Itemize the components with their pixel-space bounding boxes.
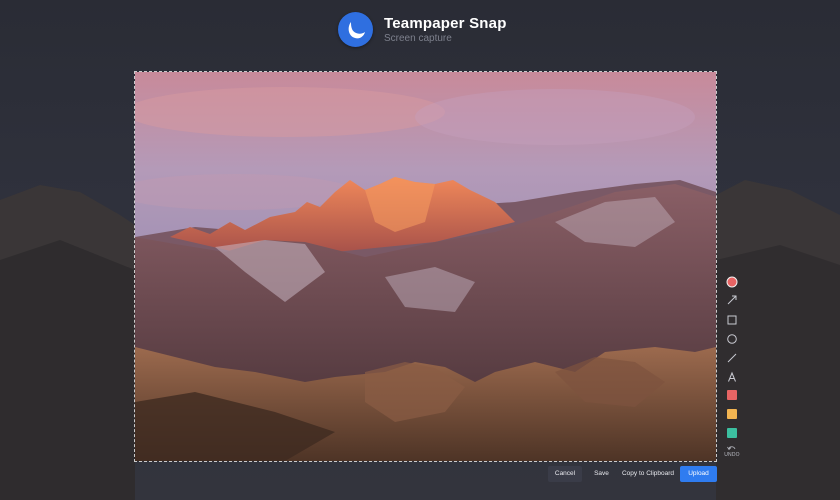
- save-button[interactable]: Save: [589, 466, 614, 482]
- app-subtitle: Screen capture: [384, 33, 452, 44]
- ellipse-tool[interactable]: [726, 333, 738, 345]
- app-title: Teampaper Snap: [384, 15, 507, 32]
- line-tool[interactable]: [726, 352, 738, 364]
- upload-button[interactable]: Upload: [680, 466, 717, 482]
- capture-area[interactable]: [134, 71, 717, 462]
- color-swatch-yellow[interactable]: [727, 409, 737, 419]
- ellipse-icon: [727, 334, 737, 344]
- arrow-tool[interactable]: [726, 294, 738, 306]
- arrow-icon: [727, 295, 737, 305]
- rectangle-icon: [727, 315, 737, 325]
- line-icon: [727, 353, 737, 363]
- rectangle-tool[interactable]: [726, 314, 738, 326]
- app-logo: [338, 12, 373, 47]
- record-dot-icon: [726, 276, 738, 288]
- moon-icon: [348, 22, 365, 39]
- undo-label: UNDO: [724, 452, 740, 458]
- record-dot-tool[interactable]: [726, 276, 738, 288]
- copy-to-clipboard-button[interactable]: Copy to Clipboard: [617, 466, 679, 482]
- cancel-button[interactable]: Cancel: [548, 466, 582, 482]
- text-tool[interactable]: [726, 371, 738, 383]
- captured-landscape: [135, 72, 716, 461]
- color-swatch-green[interactable]: [727, 428, 737, 438]
- color-swatch-red[interactable]: [727, 390, 737, 400]
- text-icon: [728, 371, 736, 382]
- annotation-toolbar: UNDO: [723, 274, 741, 460]
